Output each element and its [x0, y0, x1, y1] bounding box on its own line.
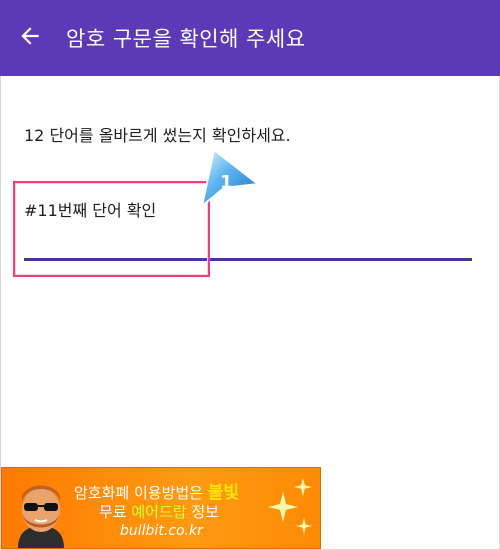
sparkle-icon: [296, 518, 312, 538]
page-title: 암호 구문을 확인해 주세요: [66, 27, 306, 51]
input-underline: [24, 258, 472, 261]
sparkle-icon: [294, 478, 312, 500]
avatar: [10, 474, 72, 548]
banner-headline: 암호화폐 이용방법은 불빛: [74, 483, 240, 503]
callout-badge: 1: [188, 148, 268, 212]
back-button[interactable]: [0, 0, 60, 76]
word-input[interactable]: [24, 222, 472, 258]
word-field-label: #11번째 단어 확인: [24, 201, 157, 220]
app-bar: 암호 구문을 확인해 주세요: [0, 0, 500, 76]
banner-site-link[interactable]: bullbit.co.kr: [120, 523, 203, 539]
banner-subline: 무료 예어드랍 정보: [99, 503, 219, 521]
instruction-text: 12 단어를 올바르게 썼는지 확인하세요.: [24, 126, 291, 145]
banner-brand: 불빛: [207, 483, 240, 503]
promo-banner[interactable]: 암호화폐 이용방법은 불빛 무료 예어드랍 정보 bullbit.co.kr: [1, 467, 321, 549]
arrow-left-icon: [17, 23, 43, 53]
callout-number: 1: [220, 172, 233, 193]
